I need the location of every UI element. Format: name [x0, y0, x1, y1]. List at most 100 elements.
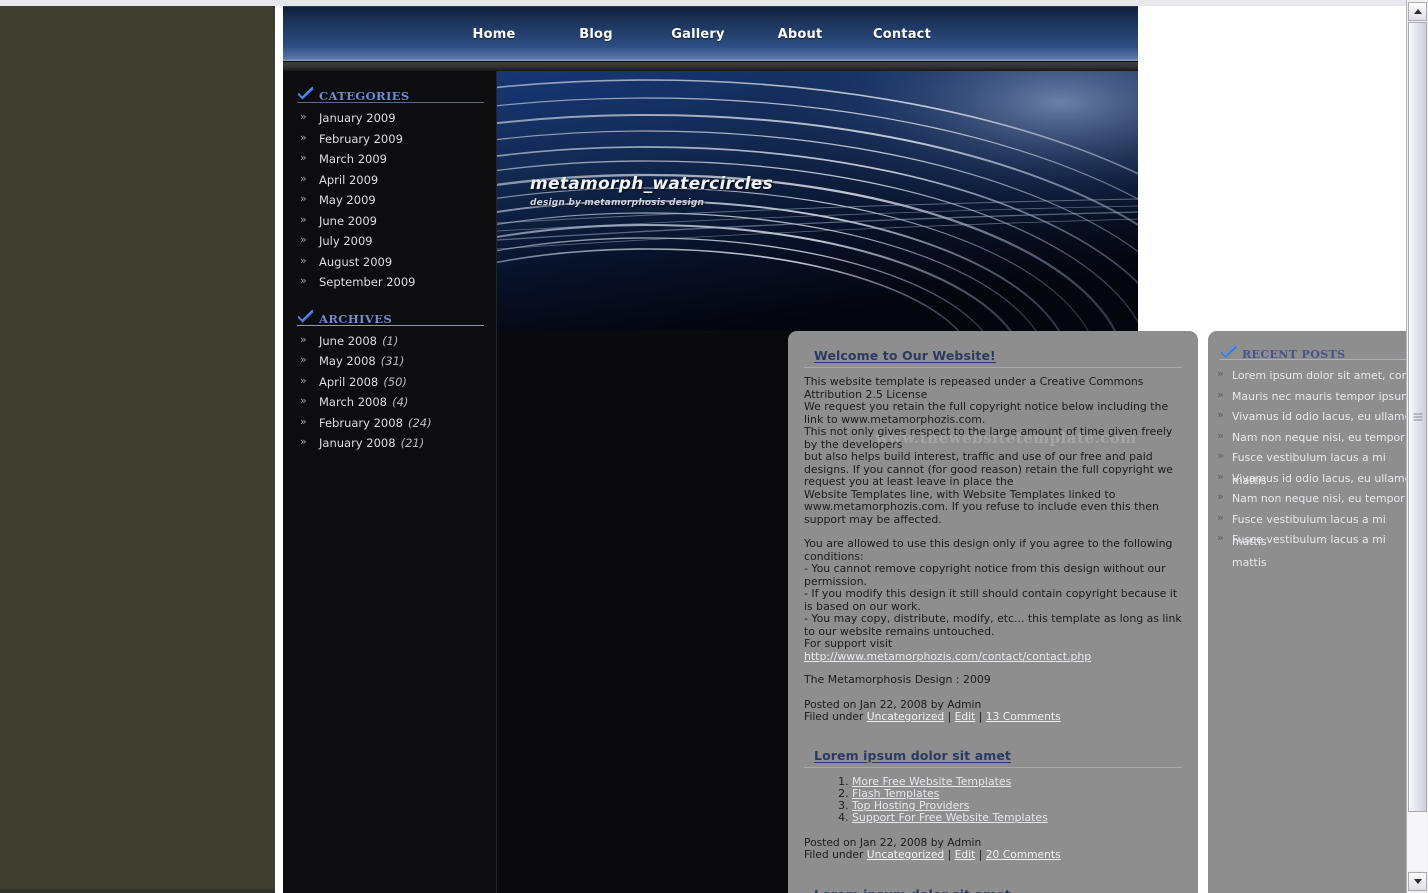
chevron-right-icon: »	[1217, 408, 1224, 421]
meta-separator: |	[975, 710, 986, 723]
archive-link-february-2008[interactable]: February 2008	[319, 416, 403, 430]
category-link[interactable]: Uncategorized	[867, 848, 944, 861]
check-icon	[297, 308, 315, 324]
list-item: » Fusce vestibulum lacus a mi mattis	[1208, 446, 1406, 487]
chevron-right-icon: »	[1217, 367, 1224, 380]
category-link-september-2009[interactable]: September 2009	[319, 275, 416, 289]
archive-count: (21)	[400, 436, 425, 450]
edit-link[interactable]: Edit	[955, 710, 976, 723]
list-item: » May 2009	[283, 189, 496, 210]
list-item: » Vivamus id odio lacus, eu ullamcor	[1208, 467, 1406, 488]
list-item: » September 2009	[283, 271, 496, 292]
archives-list: » June 2008 (1) » May 2008 (31) » April 200…	[283, 330, 496, 453]
archive-link-may-2008[interactable]: May 2008	[319, 354, 376, 368]
filed-prefix: Filed under	[804, 710, 867, 723]
right-sidebar-panel: RECENT POSTS » Lorem ipsum dolor sit amet…	[1208, 331, 1406, 893]
recent-posts-list: » Lorem ipsum dolor sit amet, con » Mauris…	[1208, 364, 1406, 569]
archive-link-april-2008[interactable]: April 2008	[319, 375, 378, 389]
archives-heading: ARCHIVES	[297, 308, 484, 326]
chevron-right-icon: »	[300, 253, 307, 267]
scrollbar-thumb[interactable]	[1408, 22, 1427, 812]
scroll-down-button[interactable]	[1408, 872, 1427, 891]
chevron-right-icon: »	[300, 233, 307, 246]
recent-post-link-4[interactable]: Nam non neque nisi, eu tempor	[1232, 431, 1405, 444]
chevron-right-icon: »	[300, 110, 307, 123]
nav-item-about[interactable]: About	[749, 27, 851, 42]
chevron-right-icon: »	[1217, 531, 1224, 544]
comments-link[interactable]: 13 Comments	[986, 710, 1061, 723]
chevron-right-icon: »	[300, 332, 307, 346]
chevron-right-icon: »	[1217, 510, 1224, 524]
recent-posts-heading: RECENT POSTS	[1220, 343, 1406, 361]
chevron-right-icon: »	[300, 394, 307, 407]
post-title-wrap: Lorem ipsum dolor sit amet	[804, 745, 1182, 768]
filed-prefix: Filed under	[804, 848, 867, 861]
list-item: » Nam non neque nisi, eu tempor	[1208, 487, 1406, 508]
nav-item-home[interactable]: Home	[443, 27, 545, 42]
category-link[interactable]: Uncategorized	[867, 710, 944, 723]
category-link-february-2009[interactable]: February 2009	[319, 132, 403, 146]
check-icon	[297, 85, 315, 101]
top-navigation-bar: Home Blog Gallery About Contact	[283, 6, 1138, 61]
archive-count: (1)	[382, 333, 399, 348]
post-signature: The Metamorphosis Design : 2009	[804, 673, 991, 686]
list-item: » February 2009	[283, 128, 496, 149]
nav-item-contact[interactable]: Contact	[851, 27, 953, 42]
vertical-scrollbar[interactable]	[1406, 0, 1428, 893]
nav-item-blog[interactable]: Blog	[545, 27, 647, 42]
nav-item-gallery[interactable]: Gallery	[647, 27, 749, 42]
post-lorem-1: Lorem ipsum dolor sit amet More Free Web…	[804, 745, 1182, 861]
category-link-june-2009[interactable]: June 2009	[319, 214, 377, 228]
recent-post-link-3[interactable]: Vivamus id odio lacus, eu ullamcor	[1232, 410, 1406, 423]
support-link[interactable]: http://www.metamorphozis.com/contact/con…	[804, 650, 1091, 663]
post-title-lorem-2[interactable]: Lorem ipsum dolor sit amet	[814, 887, 1011, 893]
category-link-july-2009[interactable]: July 2009	[319, 234, 373, 248]
list-item: » June 2008 (1)	[283, 330, 496, 351]
category-link-march-2009[interactable]: March 2009	[319, 152, 387, 166]
recent-post-link-7[interactable]: Nam non neque nisi, eu tempor	[1232, 492, 1405, 505]
chevron-right-icon: »	[300, 151, 307, 164]
recent-post-link-6[interactable]: Vivamus id odio lacus, eu ullamcor	[1232, 472, 1406, 485]
chevron-right-icon: »	[1217, 469, 1224, 483]
categories-title: CATEGORIES	[319, 89, 410, 103]
header-banner: metamorph_watercircles design by metamor…	[497, 71, 1138, 331]
post-welcome: Welcome to Our Website! This website tem…	[804, 345, 1182, 723]
category-link-may-2009[interactable]: May 2009	[319, 193, 376, 207]
post-title-lorem-1[interactable]: Lorem ipsum dolor sit amet	[814, 748, 1011, 763]
grip-icon	[1413, 413, 1422, 421]
recent-post-link-1[interactable]: Lorem ipsum dolor sit amet, con	[1232, 369, 1406, 382]
link-support-for-free-website-templates[interactable]: Support For Free Website Templates	[852, 811, 1048, 824]
archive-link-january-2008[interactable]: January 2008	[319, 436, 396, 450]
scroll-up-button[interactable]	[1408, 2, 1427, 21]
banner-title: metamorph_watercircles	[530, 174, 774, 194]
recent-post-link-9[interactable]: Fusce vestibulum lacus a mi mattis	[1232, 533, 1386, 569]
triangle-up-icon	[1413, 9, 1422, 14]
nav-menu: Home Blog Gallery About Contact	[443, 7, 953, 62]
chevron-right-icon: »	[1217, 387, 1224, 401]
archive-link-june-2008[interactable]: June 2008	[319, 334, 377, 348]
archive-link-march-2008[interactable]: March 2008	[319, 395, 387, 409]
main-content-scroll: www.thewebsitetemplate.com Welcome to Ou…	[788, 331, 1198, 893]
categories-block: CATEGORIES » January 2009 » February 2009 …	[283, 85, 496, 292]
left-sidebar: CATEGORIES » January 2009 » February 2009 …	[283, 71, 497, 893]
comments-link[interactable]: 20 Comments	[986, 848, 1061, 861]
recent-post-link-2[interactable]: Mauris nec mauris tempor ipsum	[1232, 390, 1406, 403]
post-support-line: For support visit http://www.metamorphoz…	[804, 637, 1182, 663]
list-item: » June 2009	[283, 210, 496, 231]
scrollbar-track[interactable]	[1408, 22, 1427, 871]
list-item: » February 2008 (24)	[283, 412, 496, 433]
category-link-january-2009[interactable]: January 2009	[319, 111, 396, 125]
list-item: » March 2008 (4)	[283, 391, 496, 412]
list-item: » July 2009	[283, 230, 496, 251]
category-link-august-2009[interactable]: August 2009	[319, 255, 392, 269]
post-title-wrap: Welcome to Our Website!	[804, 345, 1182, 368]
category-link-april-2009[interactable]: April 2009	[319, 173, 378, 187]
post-body-part2: You are allowed to use this design only …	[804, 537, 1182, 638]
list-item: » Mauris nec mauris tempor ipsum	[1208, 385, 1406, 406]
list-item: » August 2009	[283, 251, 496, 272]
post-title-wrap: Lorem ipsum dolor sit amet	[804, 884, 1182, 893]
list-item: » April 2009	[283, 169, 496, 190]
edit-link[interactable]: Edit	[955, 848, 976, 861]
list-item: » March 2009	[283, 148, 496, 169]
post-title-welcome[interactable]: Welcome to Our Website!	[814, 348, 996, 363]
